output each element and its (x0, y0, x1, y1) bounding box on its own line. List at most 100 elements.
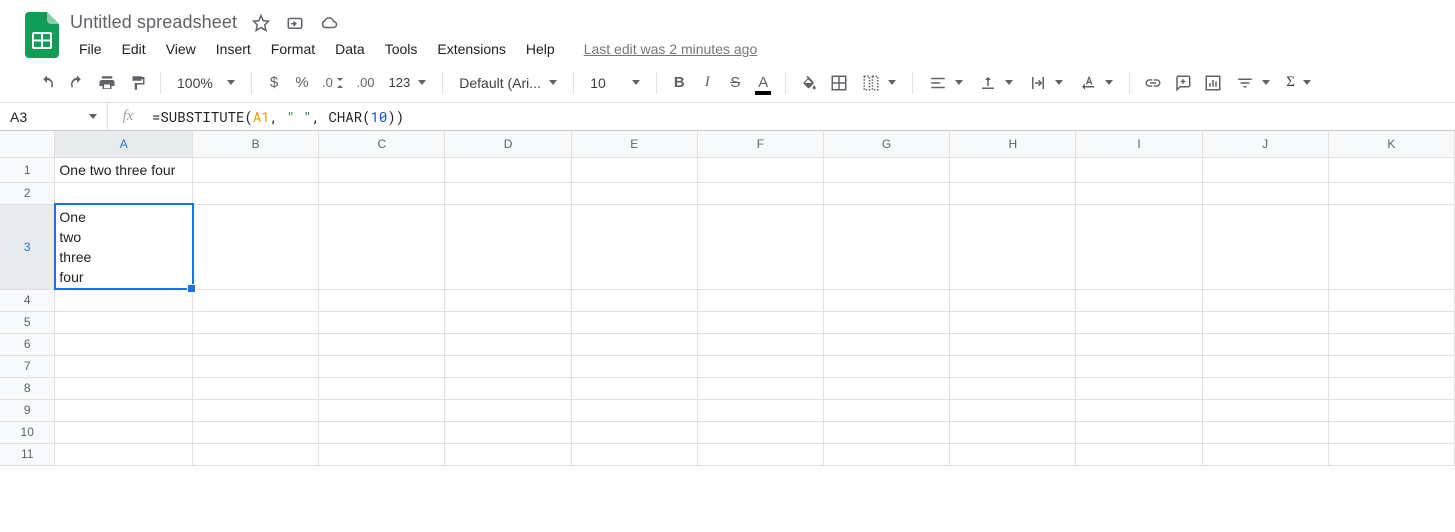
cell[interactable] (1328, 289, 1454, 311)
row-header[interactable]: 9 (0, 399, 55, 421)
cell[interactable] (950, 443, 1076, 465)
insert-comment-button[interactable] (1170, 70, 1196, 96)
column-header[interactable]: I (1076, 131, 1202, 157)
menu-help[interactable]: Help (517, 37, 564, 61)
column-header[interactable]: J (1202, 131, 1328, 157)
cell[interactable] (571, 355, 697, 377)
cell[interactable] (445, 355, 571, 377)
menu-view[interactable]: View (157, 37, 205, 61)
cell[interactable] (571, 204, 697, 289)
cell[interactable]: One two three four (55, 157, 193, 182)
text-rotation-button[interactable] (1073, 74, 1119, 92)
menu-edit[interactable]: Edit (113, 37, 155, 61)
star-icon[interactable] (251, 13, 271, 33)
cell[interactable] (1202, 377, 1328, 399)
horizontal-align-button[interactable] (923, 74, 969, 92)
undo-button[interactable] (34, 70, 60, 96)
cell[interactable] (823, 377, 949, 399)
cell[interactable] (445, 157, 571, 182)
cell[interactable] (193, 289, 319, 311)
cell[interactable] (950, 333, 1076, 355)
bold-button[interactable]: B (667, 70, 691, 96)
cell[interactable] (193, 421, 319, 443)
cell[interactable] (571, 311, 697, 333)
cell[interactable] (1202, 399, 1328, 421)
cell[interactable] (823, 421, 949, 443)
cell[interactable] (950, 399, 1076, 421)
cell[interactable] (1076, 289, 1202, 311)
redo-button[interactable] (64, 70, 90, 96)
cell[interactable] (193, 333, 319, 355)
column-header[interactable]: C (319, 131, 445, 157)
menu-file[interactable]: File (70, 37, 111, 61)
cell[interactable] (55, 289, 193, 311)
menu-tools[interactable]: Tools (376, 37, 427, 61)
row-header[interactable]: 1 (0, 157, 55, 182)
cell[interactable] (1076, 204, 1202, 289)
cell[interactable] (193, 311, 319, 333)
cell[interactable] (571, 333, 697, 355)
cell[interactable] (319, 355, 445, 377)
cell[interactable] (445, 421, 571, 443)
text-color-button[interactable]: A (751, 70, 775, 96)
cell[interactable] (55, 421, 193, 443)
insert-link-button[interactable] (1140, 70, 1166, 96)
functions-button[interactable]: Σ (1280, 74, 1317, 91)
cell[interactable] (697, 204, 823, 289)
cell[interactable] (950, 182, 1076, 204)
cell[interactable] (823, 157, 949, 182)
cell[interactable] (697, 421, 823, 443)
insert-chart-button[interactable] (1200, 70, 1226, 96)
cell[interactable] (445, 377, 571, 399)
cell[interactable] (55, 399, 193, 421)
strikethrough-button[interactable]: S (723, 70, 747, 96)
cell[interactable] (1328, 182, 1454, 204)
cell[interactable] (950, 204, 1076, 289)
cell[interactable] (1076, 377, 1202, 399)
borders-button[interactable] (826, 70, 852, 96)
cell[interactable] (697, 311, 823, 333)
cell[interactable] (319, 157, 445, 182)
menu-data[interactable]: Data (326, 37, 374, 61)
cell[interactable] (1076, 157, 1202, 182)
cell[interactable] (697, 443, 823, 465)
column-header[interactable]: A (55, 131, 193, 157)
cell[interactable] (571, 443, 697, 465)
cell[interactable] (445, 204, 571, 289)
cell[interactable] (1202, 421, 1328, 443)
cell[interactable] (1202, 289, 1328, 311)
cell[interactable] (1202, 443, 1328, 465)
cell[interactable] (823, 355, 949, 377)
cell[interactable] (319, 377, 445, 399)
spreadsheet-grid[interactable]: ABCDEFGHIJK1One two three four23One two … (0, 131, 1455, 466)
cell[interactable] (445, 399, 571, 421)
vertical-align-button[interactable] (973, 74, 1019, 92)
percent-button[interactable]: % (290, 70, 314, 96)
cell[interactable] (950, 157, 1076, 182)
last-edit-link[interactable]: Last edit was 2 minutes ago (584, 41, 758, 57)
cell[interactable] (1076, 399, 1202, 421)
cell[interactable] (823, 333, 949, 355)
cell[interactable] (823, 399, 949, 421)
column-header[interactable]: H (950, 131, 1076, 157)
cell[interactable] (319, 311, 445, 333)
cell[interactable] (1076, 333, 1202, 355)
paint-format-button[interactable] (124, 70, 150, 96)
cell[interactable] (1328, 157, 1454, 182)
cell[interactable] (1328, 443, 1454, 465)
cell[interactable]: One two three four (55, 204, 193, 289)
cell[interactable] (571, 421, 697, 443)
cell[interactable] (1076, 182, 1202, 204)
row-header[interactable]: 5 (0, 311, 55, 333)
cell[interactable] (55, 182, 193, 204)
cell[interactable] (1076, 443, 1202, 465)
row-header[interactable]: 10 (0, 421, 55, 443)
cell[interactable] (445, 182, 571, 204)
merge-cells-button[interactable] (856, 74, 902, 92)
menu-extensions[interactable]: Extensions (428, 37, 514, 61)
font-size-combo[interactable]: 10 (584, 75, 646, 91)
cell[interactable] (1202, 333, 1328, 355)
cell[interactable] (193, 355, 319, 377)
cell[interactable] (1202, 204, 1328, 289)
cell[interactable] (950, 311, 1076, 333)
